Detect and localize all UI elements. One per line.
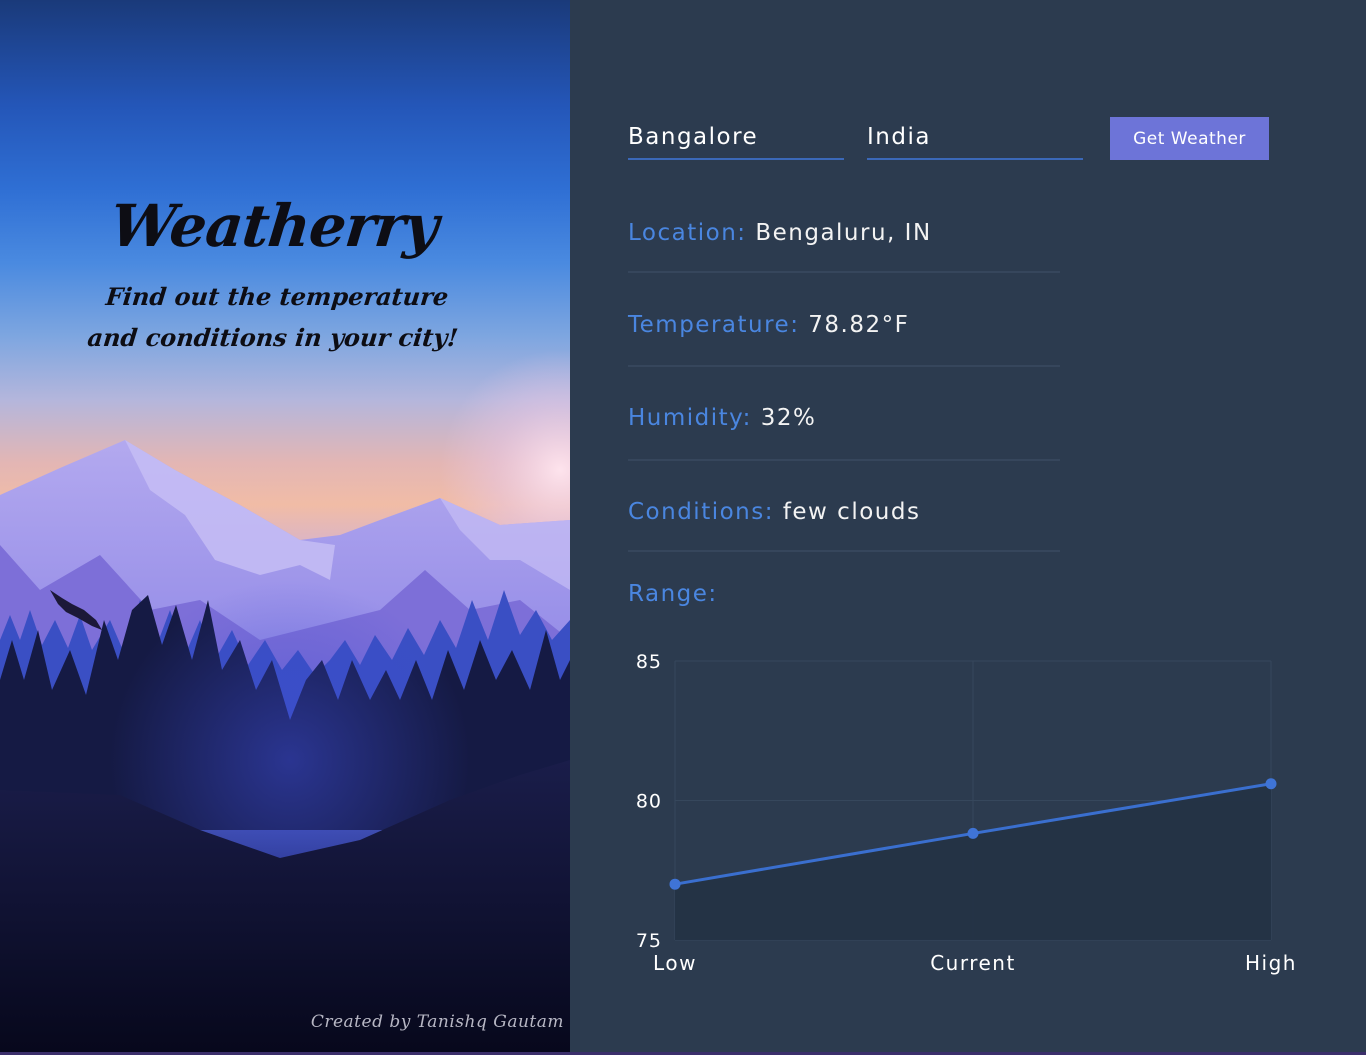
data-point	[967, 827, 979, 839]
tagline-line-2: and conditions in your city!	[86, 323, 460, 352]
range-line-chart: 75 80 85 Low Current High	[636, 651, 1297, 975]
tagline-line-1: Find out the temperature	[104, 282, 450, 311]
x-tick-label: High	[1245, 951, 1297, 975]
y-tick-label: 85	[636, 651, 662, 673]
app-tagline: Find out the temperature and conditions …	[56, 276, 495, 358]
author-credit: Created by Tanishq Gautam	[310, 1012, 564, 1032]
y-tick-label: 80	[636, 791, 662, 813]
app-title: Weatherry	[107, 192, 441, 260]
x-tick-label: Low	[653, 951, 697, 975]
hero-panel: Weatherry Find out the temperature and c…	[0, 0, 570, 1052]
x-tick-label: Current	[930, 951, 1016, 975]
y-tick-label: 75	[636, 930, 662, 952]
weather-panel: Get Weather Location: Bengaluru, IN Temp…	[570, 0, 1366, 1052]
data-point	[669, 878, 681, 890]
mountain-landscape-illustration	[0, 350, 570, 1052]
app: Weatherry Find out the temperature and c…	[0, 0, 1366, 1055]
data-point	[1265, 778, 1277, 790]
